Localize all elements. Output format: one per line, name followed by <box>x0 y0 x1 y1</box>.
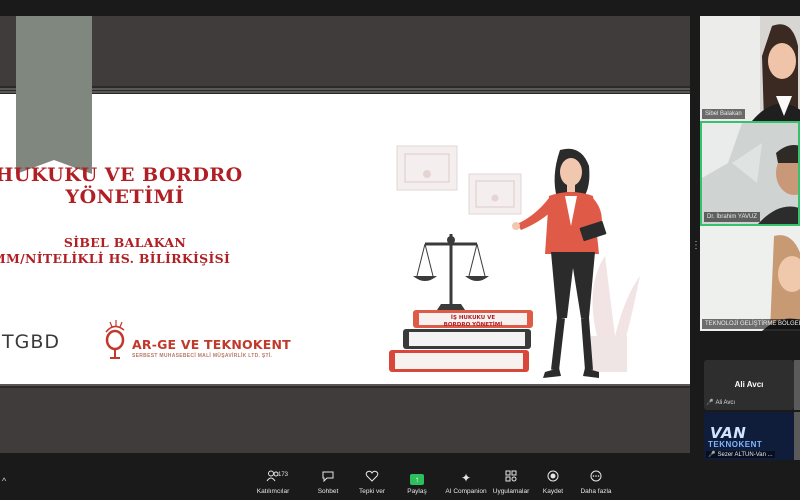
presenter-title: MM/NİTELİKLİ HS. BİLİRKİŞİSİ <box>0 251 231 266</box>
slide-top-band <box>0 16 690 86</box>
slide-title: HUKUKU VE BORDRO YÖNETİMİ <box>0 164 250 208</box>
van-logo-subtext: TEKNOKENT <box>708 440 763 449</box>
slide-divider <box>0 91 690 93</box>
more-icon <box>566 470 626 486</box>
tile-sliver <box>794 360 800 410</box>
participant-video-sibel <box>700 16 800 121</box>
participants-icon <box>243 470 303 486</box>
participant-tile-ali[interactable]: Ali Avcı 🎤 Ali Avcı <box>704 360 794 410</box>
mic-muted-icon: 🎤 <box>708 452 716 458</box>
participant-video-ibrahim <box>702 123 798 224</box>
participant-name: Sibel Balakan <box>702 109 745 119</box>
participant-name: 🎤 Ali Avcı <box>706 399 735 406</box>
mic-muted-icon: 🎤 <box>706 400 714 406</box>
arge-logo-icon <box>105 320 125 359</box>
participant-name-text: Ali Avcı <box>715 400 736 406</box>
lawyer-illustration: İŞ HUKUKU VE BORDRO YÖNETİMİ <box>389 145 640 378</box>
slide-divider <box>0 88 690 90</box>
participant-name: TEKNOLOJİ GELİŞTİRME BÖLGELERİ <box>702 319 800 329</box>
arge-logo-text: AR-GE VE TEKNOKENT <box>132 337 291 352</box>
shared-screen: HUKUKU VE BORDRO YÖNETİMİ SİBEL BALAKAN … <box>0 16 690 453</box>
toolbar-caret-icon[interactable]: ^ <box>2 476 6 486</box>
tile-sliver <box>794 412 800 460</box>
panel-resize-handle[interactable]: ⋮ <box>691 240 701 254</box>
slide-presenter: SİBEL BALAKAN MM/NİTELİKLİ HS. BİLİRKİŞİ… <box>0 235 250 267</box>
more-button[interactable]: Daha fazla <box>566 470 626 496</box>
slide-title-line2: YÖNETİMİ <box>65 186 185 208</box>
participants-count: 173 <box>278 472 289 478</box>
book-label-line2: BORDRO YÖNETİMİ <box>444 321 503 328</box>
meeting-window: HUKUKU VE BORDRO YÖNETİMİ SİBEL BALAKAN … <box>0 0 800 500</box>
participant-tile-teknoloji[interactable]: TEKNOLOJİ GELİŞTİRME BÖLGELERİ <box>700 226 800 331</box>
slide-ribbon <box>16 16 92 174</box>
participant-name: 🎤 Sezer ALTUN-Van ... <box>706 451 775 458</box>
participant-tile-sezer[interactable]: VAN TEKNOKENT 🎤 Sezer ALTUN-Van ... <box>704 412 794 460</box>
participants-label: Katılımcılar <box>256 488 290 495</box>
participant-display-name: Ali Avcı <box>734 380 764 389</box>
tgbd-logo: TGBD <box>2 331 60 353</box>
presenter-name: SİBEL BALAKAN <box>63 235 187 250</box>
participants-button[interactable]: 173 Katılımcılar <box>243 470 303 496</box>
participant-name: Dr. İbrahim YAVUZ <box>704 212 761 222</box>
meeting-toolbar: ^ 173 Katılımcılar Sohbet Tepki ver ↑ Pa… <box>0 466 800 500</box>
participant-video-teknoloji <box>700 226 800 331</box>
arge-logo-subtext: SERBEST MUHASEBECİ MALİ MÜŞAVİRLİK LTD. … <box>132 353 273 359</box>
book-label-line1: İŞ HUKUKU VE <box>451 314 495 321</box>
participant-tile-sibel[interactable]: Sibel Balakan <box>700 16 800 121</box>
slide-bottom-band <box>0 388 690 453</box>
slide-title-line1: HUKUKU VE BORDRO <box>0 164 243 186</box>
participant-tile-ibrahim[interactable]: Dr. İbrahim YAVUZ <box>700 121 800 226</box>
participant-name-text: Sezer ALTUN-Van ... <box>717 452 773 458</box>
more-label: Daha fazla <box>580 488 612 495</box>
